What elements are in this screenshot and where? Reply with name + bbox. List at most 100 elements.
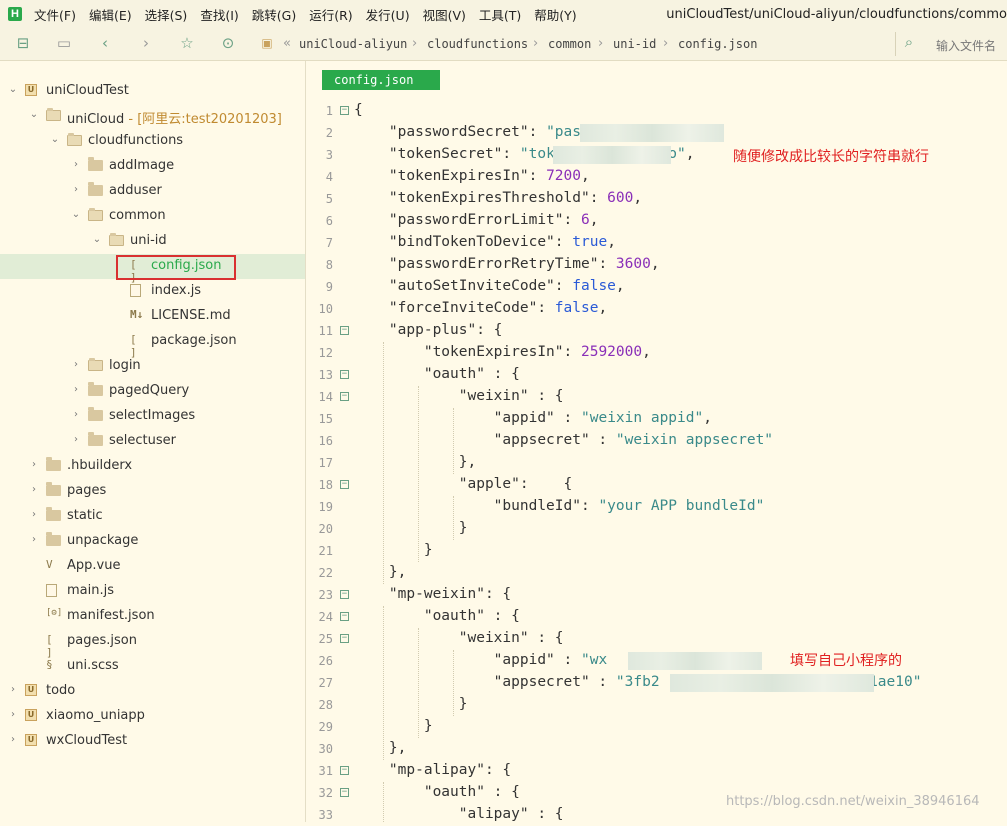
- menu-item[interactable]: 帮助(Y): [534, 5, 576, 24]
- chevron-right-icon[interactable]: ›: [29, 533, 39, 547]
- fold-toggle-icon[interactable]: −: [340, 106, 349, 115]
- file-search-box[interactable]: ⌕ 输入文件名: [895, 32, 1007, 56]
- line-number: 16: [318, 434, 333, 448]
- tree-item[interactable]: › unpackage: [0, 529, 305, 554]
- redacted-mosaic: [670, 674, 874, 692]
- tree-item[interactable]: › selectuser: [0, 429, 305, 454]
- breadcrumb-collapse-icon[interactable]: «: [283, 36, 291, 51]
- line-number: 24: [318, 610, 333, 624]
- code-text: "bindTokenToDevice": true,: [354, 234, 616, 250]
- tree-item[interactable]: › adduser: [0, 179, 305, 204]
- fold-toggle-icon[interactable]: −: [340, 590, 349, 599]
- tree-item[interactable]: ⌄ cloudfunctions: [0, 129, 305, 154]
- fold-toggle-icon[interactable]: −: [340, 480, 349, 489]
- tree-item[interactable]: § uni.scss: [0, 654, 305, 679]
- line-number: 9: [325, 280, 333, 294]
- tree-item[interactable]: › Utodo: [0, 679, 305, 704]
- tree-item[interactable]: › pagedQuery: [0, 379, 305, 404]
- back-arrow-icon[interactable]: ‹: [96, 34, 114, 52]
- tree-item[interactable]: ⌄ uniCloud - [阿里云:test20201203]: [0, 104, 305, 129]
- tree-item[interactable]: › login: [0, 354, 305, 379]
- code-text: "mp-weixin": {: [354, 586, 512, 602]
- tree-item-label: selectuser: [109, 433, 176, 448]
- chevron-down-icon[interactable]: ⌄: [8, 83, 18, 97]
- tree-item[interactable]: › pages: [0, 479, 305, 504]
- fold-toggle-icon[interactable]: −: [340, 634, 349, 643]
- tree-item[interactable]: › Uxiaomo_uniapp: [0, 704, 305, 729]
- save-icon[interactable]: ▭: [55, 34, 73, 52]
- fold-toggle-icon[interactable]: −: [340, 370, 349, 379]
- chevron-right-icon[interactable]: ›: [71, 358, 81, 372]
- chevron-right-icon[interactable]: ›: [29, 508, 39, 522]
- tree-item[interactable]: V App.vue: [0, 554, 305, 579]
- line-number: 15: [318, 412, 333, 426]
- chevron-down-icon[interactable]: ⌄: [71, 208, 81, 222]
- fold-toggle-icon[interactable]: −: [340, 788, 349, 797]
- folder-icon: [88, 407, 103, 421]
- breadcrumb-item[interactable]: uniCloud-aliyun: [299, 37, 407, 51]
- tree-item[interactable]: › selectImages: [0, 404, 305, 429]
- menu-item[interactable]: 选择(S): [145, 5, 188, 24]
- chevron-right-icon[interactable]: ›: [71, 408, 81, 422]
- chevron-right-icon[interactable]: ›: [8, 733, 18, 747]
- tree-item[interactable]: [⚙] manifest.json: [0, 604, 305, 629]
- tree-item[interactable]: › UwxCloudTest: [0, 729, 305, 754]
- tree-item[interactable]: › addImage: [0, 154, 305, 179]
- chevron-right-icon[interactable]: ›: [71, 183, 81, 197]
- fold-toggle-icon[interactable]: −: [340, 766, 349, 775]
- menu-item[interactable]: 发行(U): [366, 5, 410, 24]
- breadcrumb-item[interactable]: common: [548, 37, 591, 51]
- tree-item[interactable]: ⌄ uni-id: [0, 229, 305, 254]
- tree-item-label: addImage: [109, 158, 175, 173]
- chevron-right-icon[interactable]: ›: [29, 458, 39, 472]
- star-icon[interactable]: ☆: [178, 34, 196, 52]
- tree-item-label: LICENSE.md: [151, 308, 231, 323]
- tree-item[interactable]: [ ] package.json: [0, 329, 305, 359]
- menu-item[interactable]: 视图(V): [423, 5, 466, 24]
- menu-item[interactable]: 运行(R): [309, 5, 352, 24]
- file-search-placeholder: 输入文件名: [936, 39, 997, 53]
- code-editor[interactable]: config.json 1−{2 "passwordSecret": "pas …: [306, 61, 1007, 822]
- folder-icon: [88, 182, 103, 196]
- code-line: 18− "apple": {: [306, 474, 1007, 496]
- menu-item[interactable]: 文件(F): [34, 5, 76, 24]
- tree-item-label: selectImages: [109, 408, 196, 423]
- tree-item[interactable]: ⌄ UuniCloudTest: [0, 79, 305, 104]
- breadcrumb-item[interactable]: uni-id: [613, 37, 656, 51]
- chevron-down-icon[interactable]: ⌄: [92, 233, 102, 247]
- code-line: 25− "weixin" : {: [306, 628, 1007, 650]
- chevron-down-icon[interactable]: ⌄: [29, 108, 39, 122]
- window-title: uniCloudTest/uniCloud-aliyun/cloudfuncti…: [666, 7, 1007, 22]
- fold-toggle-icon[interactable]: −: [340, 392, 349, 401]
- run-icon[interactable]: ⊙: [219, 34, 237, 52]
- tree-item[interactable]: [ ] pages.json: [0, 629, 305, 659]
- menu-item[interactable]: 工具(T): [479, 5, 521, 24]
- folder-icon: [88, 157, 103, 171]
- tree-item[interactable]: index.js: [0, 279, 305, 304]
- menu-item[interactable]: 查找(I): [200, 5, 238, 24]
- tree-item[interactable]: › static: [0, 504, 305, 529]
- tree-item[interactable]: ⌄ common: [0, 204, 305, 229]
- chevron-right-icon[interactable]: ›: [8, 708, 18, 722]
- chevron-right-icon[interactable]: ›: [8, 683, 18, 697]
- tree-item[interactable]: M↓ LICENSE.md: [0, 304, 305, 329]
- breadcrumb-item[interactable]: cloudfunctions: [427, 37, 528, 51]
- scss-file-icon: §: [46, 658, 53, 671]
- editor-tab-config-json[interactable]: config.json: [322, 70, 440, 90]
- fold-toggle-icon[interactable]: −: [340, 612, 349, 621]
- menu-item[interactable]: 跳转(G): [252, 5, 296, 24]
- fold-toggle-icon[interactable]: −: [340, 326, 349, 335]
- annotation-note: 随便修改成比较长的字符串就行: [733, 149, 929, 165]
- chevron-down-icon[interactable]: ⌄: [50, 133, 60, 147]
- tree-item[interactable]: main.js: [0, 579, 305, 604]
- breadcrumb-item[interactable]: config.json: [678, 37, 757, 51]
- forward-arrow-icon[interactable]: ›: [137, 34, 155, 52]
- tree-item[interactable]: › .hbuilderx: [0, 454, 305, 479]
- code-line: 7 "bindTokenToDevice": true,: [306, 232, 1007, 254]
- chevron-right-icon[interactable]: ›: [71, 158, 81, 172]
- chevron-right-icon[interactable]: ›: [71, 433, 81, 447]
- menu-item[interactable]: 编辑(E): [89, 5, 132, 24]
- chevron-right-icon[interactable]: ›: [29, 483, 39, 497]
- chevron-right-icon[interactable]: ›: [71, 383, 81, 397]
- new-file-icon[interactable]: ⊟: [14, 34, 32, 52]
